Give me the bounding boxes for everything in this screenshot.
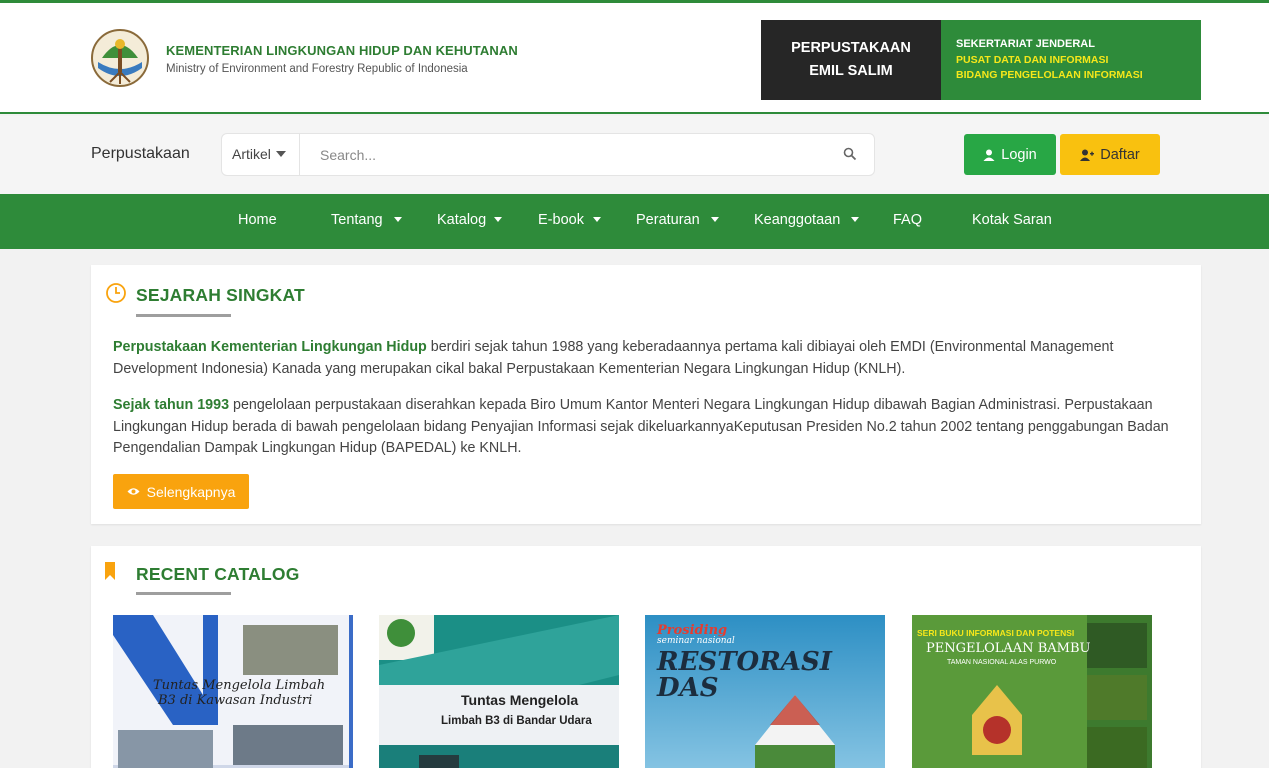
book-cover-title-line4: DAS — [657, 673, 719, 703]
nav-item-kotak-saran[interactable]: Kotak Saran — [972, 212, 1052, 228]
nav-item-katalog[interactable]: Katalog — [437, 212, 486, 228]
bookmark-icon — [105, 562, 115, 580]
catalog-section: RECENT CATALOG Tuntas Mengelola Limbah B… — [91, 546, 1201, 768]
caret-down-icon — [276, 151, 286, 157]
register-label: Daftar — [1100, 146, 1140, 163]
title-underline — [136, 592, 231, 595]
section-title: RECENT CATALOG — [136, 564, 300, 584]
main-nav: Home Tentang Katalog E-book Peraturan Ke… — [0, 194, 1269, 249]
library-name-line2: EMIL SALIM — [809, 63, 893, 79]
secretariat-box: SEKERTARIAT JENDERAL PUSAT DATA DAN INFO… — [941, 20, 1201, 100]
site-header: KEMENTERIAN LINGKUNGAN HIDUP DAN KEHUTAN… — [0, 0, 1269, 114]
catalog-book-1[interactable]: Tuntas Mengelola Limbah B3 di Kawasan In… — [113, 615, 353, 768]
book-cover-title-line1: Tuntas Mengelola Limbah — [153, 678, 326, 693]
catalog-book-2[interactable]: Tuntas Mengelola Limbah B3 di Bandar Uda… — [379, 615, 619, 768]
history-paragraph-2: Sejak tahun 1993 pengelolaan perpustakaa… — [113, 395, 1173, 460]
search-box: Artikel — [221, 133, 875, 176]
library-name-box: PERPUSTAKAAN EMIL SALIM — [761, 20, 941, 100]
chevron-down-icon — [711, 217, 719, 222]
history-paragraph-1: Perpustakaan Kementerian Lingkungan Hidu… — [113, 337, 1173, 380]
chevron-down-icon — [394, 217, 402, 222]
ministry-name: KEMENTERIAN LINGKUNGAN HIDUP DAN KEHUTAN… — [166, 43, 518, 58]
nav-item-keanggotaan[interactable]: Keanggotaan — [754, 212, 840, 228]
eye-icon — [127, 488, 140, 495]
catalog-book-4[interactable]: SERI BUKU INFORMASI DAN POTENSI PENGELOL… — [912, 615, 1152, 768]
chevron-down-icon — [593, 217, 601, 222]
title-underline — [136, 314, 231, 317]
clock-icon — [106, 283, 126, 303]
book-cover-title-line2: B3 di Kawasan Industri — [158, 693, 313, 708]
library-name-line1: PERPUSTAKAAN — [791, 40, 911, 56]
add-user-icon — [1080, 149, 1095, 161]
chevron-down-icon — [851, 217, 859, 222]
book-cover-title-line1: Tuntas Mengelola — [461, 692, 579, 708]
history-paragraph-1-bold: Perpustakaan Kementerian Lingkungan Hidu… — [113, 339, 427, 355]
nav-item-ebook[interactable]: E-book — [538, 212, 584, 228]
book-cover-title-line1: SERI BUKU INFORMASI DAN POTENSI — [917, 628, 1075, 638]
search-bar-row: Perpustakaan Artikel Login Daftar — [0, 116, 1269, 194]
catalog-book-3[interactable]: Prosiding seminar nasional RESTORASI DAS — [645, 615, 885, 768]
search-input[interactable] — [310, 134, 830, 175]
login-button[interactable]: Login — [964, 134, 1056, 175]
login-label: Login — [1001, 146, 1037, 163]
read-more-button[interactable]: Selengkapnya — [113, 474, 249, 509]
nav-item-faq[interactable]: FAQ — [893, 212, 922, 228]
ministry-logo[interactable] — [90, 28, 150, 88]
secretariat-line3: BIDANG PENGELOLAAN INFORMASI — [956, 69, 1143, 81]
secretariat-line2: PUSAT DATA DAN INFORMASI — [956, 53, 1109, 66]
nav-item-home[interactable]: Home — [238, 212, 277, 228]
book-cover-title-line3: TAMAN NASIONAL ALAS PURWO — [947, 659, 1057, 666]
book-cover-title-line2: seminar nasional — [657, 636, 735, 646]
book-cover-title-line2: PENGELOLAAN BAMBU — [926, 641, 1091, 656]
search-category-value: Artikel — [232, 146, 271, 162]
user-icon — [983, 149, 995, 161]
search-icon[interactable] — [843, 147, 857, 161]
history-paragraph-2-bold: Sejak tahun 1993 — [113, 397, 230, 413]
nav-item-tentang[interactable]: Tentang — [331, 212, 383, 228]
secretariat-line1: SEKERTARIAT JENDERAL — [956, 38, 1095, 50]
history-paragraph-2-text: pengelolaan perpustakaan diserahkan kepa… — [113, 397, 1169, 456]
ministry-subtitle: Ministry of Environment and Forestry Rep… — [166, 63, 468, 75]
history-section: SEJARAH SINGKAT Perpustakaan Kementerian… — [91, 265, 1201, 524]
section-title: SEJARAH SINGKAT — [136, 285, 305, 305]
search-category-select[interactable]: Artikel — [222, 134, 300, 175]
brand-label[interactable]: Perpustakaan — [91, 145, 190, 163]
read-more-label: Selengkapnya — [146, 483, 236, 500]
nav-item-peraturan[interactable]: Peraturan — [636, 212, 700, 228]
book-cover-title-line2: Limbah B3 di Bandar Udara — [441, 715, 592, 727]
chevron-down-icon — [494, 217, 502, 222]
register-button[interactable]: Daftar — [1060, 134, 1160, 175]
